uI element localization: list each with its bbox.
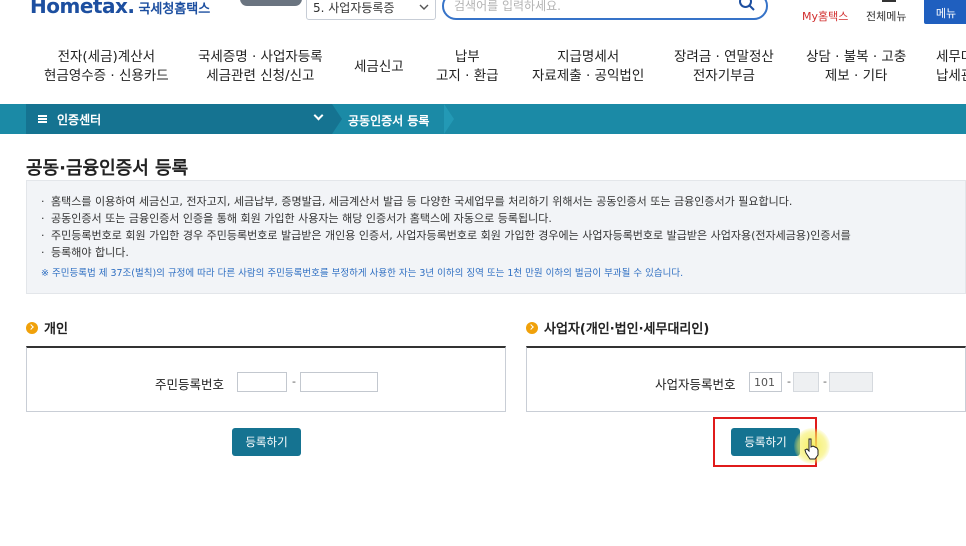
gnb-item-consult[interactable]: 상담 · 불복 · 고충 제보 · 기타: [806, 48, 906, 86]
brn-part1-input[interactable]: [749, 372, 782, 392]
brn-label: 사업자등록번호: [655, 377, 736, 392]
brn-part3-input[interactable]: [829, 372, 873, 392]
bullet-icon: [26, 321, 38, 334]
breadcrumb-current[interactable]: 공동인증서 등록: [348, 112, 429, 129]
gnb-item-incentives[interactable]: 장려금 · 연말정산 전자기부금: [674, 48, 774, 86]
gnb-line: 납부: [454, 49, 480, 65]
gnb-line: 고지 · 환급: [436, 68, 499, 84]
gnb-line: 세무대: [936, 49, 966, 65]
notice-warning: ※ 주민등록법 제 37조(벌칙)의 규정에 따라 다른 사람의 주민등록번호를…: [41, 268, 684, 279]
hamburger-icon: [882, 0, 896, 2]
global-nav: 전자(세금)계산서 현금영수증 · 신용카드 국세증명 · 사업자등록 세금관련…: [0, 48, 966, 94]
bullet-icon: [526, 321, 538, 334]
notice-item: 주민등록번호로 회원 가입한 경우 주민등록번호로 발급받은 개인용 인증서, …: [41, 227, 951, 244]
logo-en-text: Hometax.: [30, 0, 135, 18]
location-menu-label: 인증센터: [57, 112, 102, 127]
personal-section-heading: 개인: [26, 318, 68, 337]
logo-ko-text: 국세청홈택스: [138, 2, 211, 17]
business-section-heading: 사업자(개인·법인·세무대리인): [526, 318, 709, 337]
gnb-item-statements[interactable]: 지급명세서 자료제출 · 공익법인: [532, 48, 644, 86]
business-heading-text: 사업자(개인·법인·세무대리인): [544, 322, 710, 337]
personal-form-box: 주민등록번호 -: [26, 346, 506, 412]
personal-register-button[interactable]: 등록하기: [232, 428, 301, 456]
gnb-item-tax-agent[interactable]: 세무대 납세관: [936, 48, 966, 86]
gnb-line: 지급명세서: [557, 49, 620, 65]
gnb-line: 현금영수증 · 신용카드: [44, 68, 169, 84]
hometax-logo[interactable]: Hometax. 국세청홈택스: [30, 0, 210, 20]
search-box: [442, 0, 768, 20]
search-category-select[interactable]: 5. 사업자등록증: [306, 0, 436, 20]
gnb-line: 세금신고: [354, 59, 404, 75]
chevron-down-icon: [313, 110, 324, 121]
chevron-down-icon: [419, 4, 429, 10]
business-form-box: 사업자등록번호 - -: [526, 346, 966, 412]
brn-part2-input[interactable]: [793, 372, 819, 392]
gnb-line: 납세관: [936, 68, 966, 84]
search-input[interactable]: [454, 0, 734, 13]
location-bar: 인증센터 공동인증서 등록: [0, 104, 966, 134]
notice-item: 홈택스를 이용하여 세금신고, 전자고지, 세금납부, 증명발급, 세금계산서 …: [41, 193, 951, 210]
search-icon[interactable]: [738, 0, 756, 12]
breadcrumb-arrow-icon: [444, 104, 454, 134]
rrn-front-input[interactable]: [237, 372, 287, 392]
notice-list: 홈택스를 이용하여 세금신고, 전자고지, 세금납부, 증명발급, 세금계산서 …: [41, 193, 951, 261]
rrn-label: 주민등록번호: [155, 377, 225, 392]
notice-item: 공동인증서 또는 금융인증서 인증을 통해 회원 가입한 사용자는 해당 인증서…: [41, 210, 951, 227]
gnb-item-certificate[interactable]: 국세증명 · 사업자등록 세금관련 신청/신고: [198, 48, 323, 86]
gnb-line: 자료제출 · 공익법인: [532, 68, 645, 84]
notice-box: 홈택스를 이용하여 세금신고, 전자고지, 세금납부, 증명발급, 세금계산서 …: [26, 180, 966, 294]
page-title: 공동·금융인증서 등록: [26, 158, 189, 179]
gnb-item-tax-return[interactable]: 세금신고: [354, 58, 404, 77]
my-hometax-link[interactable]: My홈택스: [802, 2, 848, 24]
gnb-line: 전자(세금)계산서: [57, 49, 156, 65]
my-hometax-label: My홈택스: [802, 10, 849, 23]
rrn-dash: -: [292, 375, 296, 388]
menu-icon: [38, 115, 47, 123]
gnb-item-payment[interactable]: 납부 고지 · 환급: [436, 48, 499, 86]
side-menu-button[interactable]: 메뉴: [924, 0, 966, 24]
hand-pointer-icon: [804, 438, 819, 460]
business-register-button[interactable]: 등록하기: [731, 428, 800, 456]
brn-dash: -: [787, 375, 791, 388]
gnb-line: 국세증명 · 사업자등록: [198, 49, 323, 65]
rrn-back-input[interactable]: [300, 372, 378, 392]
search-category-tab[interactable]: [240, 0, 302, 6]
personal-heading-text: 개인: [44, 322, 68, 337]
all-menu-label: 전체메뉴: [866, 10, 907, 23]
brn-dash: -: [823, 375, 827, 388]
user-icon: [824, 0, 838, 4]
location-menu-dropdown[interactable]: 인증센터: [26, 104, 332, 134]
gnb-item-e-invoice[interactable]: 전자(세금)계산서 현금영수증 · 신용카드: [44, 48, 169, 86]
breadcrumb-arrow-icon: [332, 104, 342, 134]
all-menu-link[interactable]: 전체메뉴: [866, 0, 907, 24]
gnb-line: 세금관련 신청/신고: [206, 68, 315, 84]
gnb-line: 전자기부금: [692, 68, 755, 84]
top-header: Hometax. 국세청홈택스 5. 사업자등록증 My홈택스 전체메뉴 메뉴: [0, 0, 966, 36]
search-category-value: 5. 사업자등록증: [313, 0, 395, 15]
notice-item-continued: 등록해야 합니다.: [41, 244, 951, 261]
gnb-line: 상담 · 불복 · 고충: [806, 49, 907, 65]
gnb-line: 장려금 · 연말정산: [674, 49, 774, 65]
gnb-line: 제보 · 기타: [824, 68, 888, 84]
